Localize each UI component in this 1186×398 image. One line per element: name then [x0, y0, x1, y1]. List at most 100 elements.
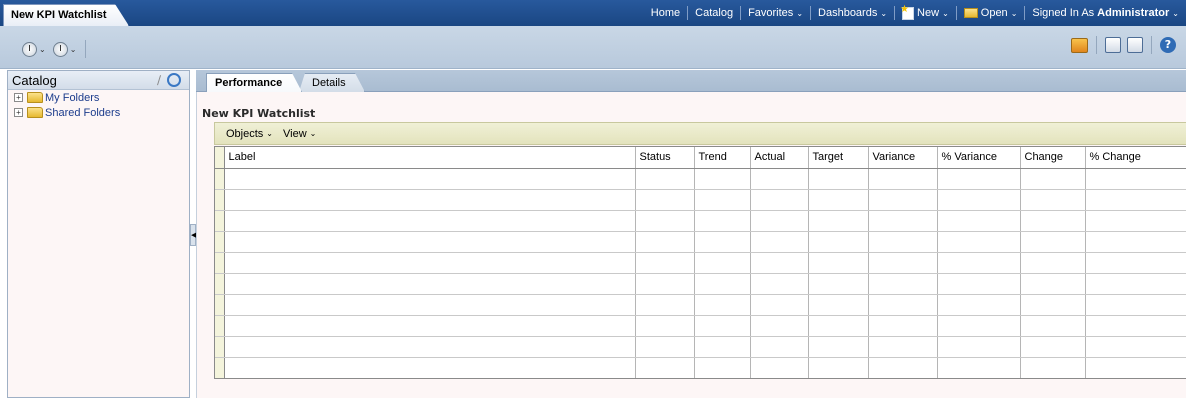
- table-cell[interactable]: [1085, 357, 1186, 378]
- refresh-icon[interactable]: [167, 73, 181, 87]
- table-cell[interactable]: [694, 336, 751, 358]
- table-cell[interactable]: [1085, 252, 1186, 274]
- table-cell[interactable]: [750, 189, 809, 211]
- table-cell[interactable]: [750, 231, 809, 253]
- row-selector-header[interactable]: [215, 147, 225, 169]
- table-cell[interactable]: [808, 357, 869, 378]
- col-header-variance[interactable]: Variance: [868, 147, 938, 169]
- expand-icon[interactable]: +: [14, 108, 23, 117]
- row-selector[interactable]: [215, 273, 225, 295]
- table-cell[interactable]: [1085, 273, 1186, 295]
- table-cell[interactable]: [1085, 210, 1186, 232]
- table-cell[interactable]: [1085, 336, 1186, 358]
- table-cell[interactable]: [808, 189, 869, 211]
- table-cell[interactable]: [868, 315, 938, 337]
- table-cell[interactable]: [224, 168, 636, 190]
- table-cell[interactable]: [808, 210, 869, 232]
- table-cell[interactable]: [937, 294, 1021, 316]
- table-cell[interactable]: [1020, 315, 1086, 337]
- table-row[interactable]: [215, 189, 1186, 211]
- table-cell[interactable]: [808, 168, 869, 190]
- table-cell[interactable]: [1020, 294, 1086, 316]
- help-icon[interactable]: ?: [1160, 37, 1176, 53]
- table-cell[interactable]: [1020, 336, 1086, 358]
- table-cell[interactable]: [868, 231, 938, 253]
- save-as-icon[interactable]: [1127, 37, 1143, 53]
- table-cell[interactable]: [937, 273, 1021, 295]
- table-cell[interactable]: [635, 315, 695, 337]
- col-header-actual[interactable]: Actual: [750, 147, 809, 169]
- row-selector[interactable]: [215, 168, 225, 190]
- table-cell[interactable]: [224, 357, 636, 378]
- table-cell[interactable]: [937, 252, 1021, 274]
- row-selector[interactable]: [215, 336, 225, 358]
- table-cell[interactable]: [808, 294, 869, 316]
- nav-home[interactable]: Home: [644, 7, 687, 19]
- col-header-status[interactable]: Status: [635, 147, 695, 169]
- expand-icon[interactable]: +: [14, 93, 23, 102]
- table-cell[interactable]: [224, 189, 636, 211]
- save-icon[interactable]: [1105, 37, 1121, 53]
- table-row[interactable]: [215, 294, 1186, 316]
- table-cell[interactable]: [1020, 189, 1086, 211]
- table-cell[interactable]: [808, 231, 869, 253]
- table-cell[interactable]: [750, 210, 809, 232]
- tab-performance[interactable]: Performance: [206, 73, 302, 92]
- table-cell[interactable]: [224, 336, 636, 358]
- table-cell[interactable]: [635, 273, 695, 295]
- row-selector[interactable]: [215, 315, 225, 337]
- document-tab[interactable]: New KPI Watchlist: [3, 4, 129, 26]
- table-row[interactable]: [215, 252, 1186, 274]
- table-cell[interactable]: [694, 210, 751, 232]
- table-cell[interactable]: [868, 252, 938, 274]
- table-cell[interactable]: [750, 357, 809, 378]
- table-cell[interactable]: [750, 294, 809, 316]
- table-cell[interactable]: [694, 273, 751, 295]
- table-cell[interactable]: [937, 168, 1021, 190]
- row-selector[interactable]: [215, 231, 225, 253]
- table-cell[interactable]: [694, 168, 751, 190]
- row-selector[interactable]: [215, 294, 225, 316]
- table-cell[interactable]: [750, 252, 809, 274]
- table-row[interactable]: [215, 357, 1186, 378]
- menu-view[interactable]: View ⌄: [283, 128, 316, 140]
- table-cell[interactable]: [1020, 252, 1086, 274]
- tree-item-shared-folders[interactable]: + Shared Folders: [8, 105, 189, 120]
- menu-objects[interactable]: Objects ⌄: [226, 128, 273, 140]
- row-selector[interactable]: [215, 357, 225, 378]
- history-icon[interactable]: [52, 41, 68, 57]
- table-cell[interactable]: [1020, 231, 1086, 253]
- table-row[interactable]: [215, 231, 1186, 253]
- table-cell[interactable]: [694, 294, 751, 316]
- table-cell[interactable]: [868, 189, 938, 211]
- table-cell[interactable]: [937, 315, 1021, 337]
- nav-favorites[interactable]: Favorites ⌄: [741, 7, 810, 19]
- table-cell[interactable]: [224, 252, 636, 274]
- chevron-down-icon[interactable]: ⌄: [70, 45, 77, 54]
- table-cell[interactable]: [224, 210, 636, 232]
- kpi-icon[interactable]: [1071, 37, 1088, 53]
- table-cell[interactable]: [1085, 315, 1186, 337]
- col-header-label[interactable]: Label: [224, 147, 636, 169]
- table-row[interactable]: [215, 315, 1186, 337]
- nav-catalog[interactable]: Catalog: [688, 7, 740, 19]
- table-cell[interactable]: [635, 189, 695, 211]
- table-cell[interactable]: [694, 315, 751, 337]
- table-cell[interactable]: [750, 315, 809, 337]
- table-cell[interactable]: [808, 273, 869, 295]
- table-cell[interactable]: [808, 252, 869, 274]
- table-cell[interactable]: [635, 168, 695, 190]
- table-cell[interactable]: [694, 231, 751, 253]
- table-cell[interactable]: [1020, 357, 1086, 378]
- table-cell[interactable]: [868, 168, 938, 190]
- table-row[interactable]: [215, 273, 1186, 295]
- table-cell[interactable]: [937, 231, 1021, 253]
- table-cell[interactable]: [937, 336, 1021, 358]
- col-header-pct-change[interactable]: % Change: [1085, 147, 1186, 169]
- table-cell[interactable]: [1085, 231, 1186, 253]
- table-cell[interactable]: [635, 336, 695, 358]
- table-cell[interactable]: [750, 336, 809, 358]
- table-cell[interactable]: [635, 252, 695, 274]
- table-cell[interactable]: [224, 294, 636, 316]
- col-header-trend[interactable]: Trend: [694, 147, 751, 169]
